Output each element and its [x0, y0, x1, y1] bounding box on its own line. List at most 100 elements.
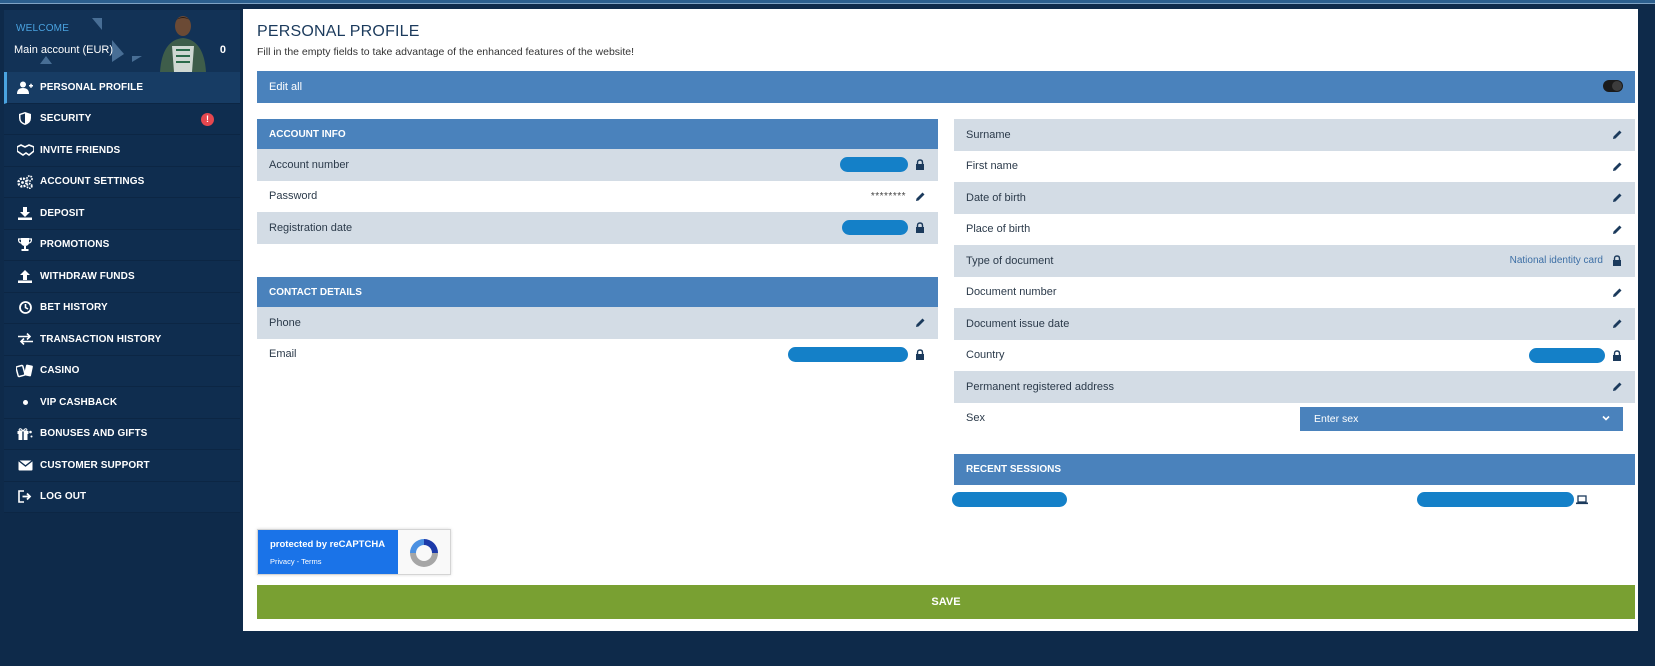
lock-icon: [1611, 349, 1623, 361]
account-number-row: Account number: [257, 149, 938, 181]
pencil-icon[interactable]: [1611, 129, 1623, 141]
session-date-redacted: [952, 492, 1067, 507]
sex-select[interactable]: Enter sex: [1300, 406, 1623, 431]
account-number-label: Account number: [269, 158, 350, 171]
lock-icon: [914, 222, 926, 234]
country-label: Country: [966, 349, 1005, 362]
recaptcha-badge: protected by reCAPTCHA Privacy - Terms: [257, 529, 451, 575]
pencil-icon[interactable]: [914, 190, 926, 202]
surname-row: Surname: [954, 119, 1635, 151]
sidebar-item-label: CUSTOMER SUPPORT: [40, 459, 150, 471]
sidebar-item-transaction-history[interactable]: TRANSACTION HISTORY: [4, 324, 240, 356]
sidebar-item-security[interactable]: SECURITY !: [4, 103, 240, 135]
document-issue-date-label: Document issue date: [966, 317, 1070, 330]
registration-date-label: Registration date: [269, 221, 353, 234]
pencil-icon[interactable]: [1611, 223, 1623, 235]
edit-all-bar: Edit all: [257, 71, 1635, 103]
sidebar-item-invite-friends[interactable]: INVITE FRIENDS: [4, 135, 240, 167]
document-number-label: Document number: [966, 286, 1057, 299]
chevron-down-icon: [1601, 413, 1611, 426]
registration-date-row: Registration date: [257, 212, 938, 244]
permanent-address-row: Permanent registered address: [954, 371, 1635, 403]
recaptcha-text-area: protected by reCAPTCHA Privacy - Terms: [258, 530, 398, 574]
contact-details-header: CONTACT DETAILS: [257, 277, 938, 307]
recaptcha-logo-icon: [410, 539, 438, 567]
sidebar-nav: PERSONAL PROFILE SECURITY ! INVITE FRIEN…: [4, 72, 240, 513]
logout-icon: [16, 490, 34, 504]
sidebar-item-promotions[interactable]: PROMOTIONS: [4, 229, 240, 261]
personal-details-section: Surname First name Date of birth Place o…: [954, 119, 1635, 434]
email-label: Email: [269, 348, 297, 361]
gears-icon: [16, 174, 34, 189]
sidebar-item-label: SECURITY: [40, 113, 92, 125]
sidebar-item-label: DEPOSIT: [40, 207, 85, 219]
sidebar-item-account-settings[interactable]: ACCOUNT SETTINGS: [4, 166, 240, 198]
recaptcha-title: protected by reCAPTCHA: [270, 539, 386, 550]
permanent-address-label: Permanent registered address: [966, 380, 1114, 393]
download-icon: [16, 206, 34, 220]
place-of-birth-label: Place of birth: [966, 223, 1031, 236]
first-name-row: First name: [954, 151, 1635, 183]
sidebar-item-bonuses-and-gifts[interactable]: BONUSES AND GIFTS: [4, 418, 240, 450]
document-type-value: National identity card: [1509, 255, 1603, 267]
phone-row: Phone: [257, 307, 938, 339]
pencil-icon[interactable]: [1611, 286, 1623, 298]
sidebar-item-label: BONUSES AND GIFTS: [40, 428, 148, 440]
sidebar-item-label: LOG OUT: [40, 491, 87, 503]
handshake-icon: [16, 143, 34, 157]
pencil-icon[interactable]: [1611, 160, 1623, 172]
document-number-row: Document number: [954, 277, 1635, 309]
country-row: Country: [954, 340, 1635, 372]
phone-label: Phone: [269, 316, 301, 329]
lock-icon: [914, 159, 926, 171]
envelope-icon: [16, 458, 34, 472]
password-label: Password: [269, 190, 318, 203]
sex-select-value: Enter sex: [1314, 412, 1359, 425]
sidebar-item-vip-cashback[interactable]: VIP CASHBACK: [4, 387, 240, 419]
welcome-label: WELCOME: [16, 23, 70, 34]
page-subtitle: Fill in the empty fields to take advanta…: [257, 46, 635, 58]
laptop-icon: [1576, 494, 1588, 506]
recent-sessions-header: RECENT SESSIONS: [954, 454, 1635, 485]
pencil-icon[interactable]: [1611, 192, 1623, 204]
sidebar-item-deposit[interactable]: DEPOSIT: [4, 198, 240, 230]
save-button[interactable]: SAVE: [257, 585, 1635, 619]
shield-icon: [16, 112, 34, 126]
edit-all-toggle[interactable]: [1603, 80, 1623, 92]
sidebar-item-customer-support[interactable]: CUSTOMER SUPPORT: [4, 450, 240, 482]
session-device-redacted: [1417, 492, 1574, 507]
session-row: [896, 485, 1636, 515]
sidebar-item-label: WITHDRAW FUNDS: [40, 270, 135, 282]
edit-all-label: Edit all: [269, 81, 303, 93]
sidebar-item-label: PROMOTIONS: [40, 239, 110, 251]
balance: 0: [219, 44, 226, 56]
pencil-icon[interactable]: [914, 317, 926, 329]
sidebar-item-label: ACCOUNT SETTINGS: [40, 176, 145, 188]
password-row: Password ********: [257, 181, 938, 213]
trophy-icon: [16, 238, 34, 252]
sidebar-item-log-out[interactable]: LOG OUT: [4, 481, 240, 513]
surname-label: Surname: [966, 128, 1011, 141]
pencil-icon[interactable]: [1611, 381, 1623, 393]
sidebar-item-personal-profile[interactable]: PERSONAL PROFILE: [4, 72, 240, 104]
contact-details-section: CONTACT DETAILS Phone Email: [257, 277, 938, 370]
sidebar-item-withdraw-funds[interactable]: WITHDRAW FUNDS: [4, 261, 240, 293]
pencil-icon[interactable]: [1611, 318, 1623, 330]
sidebar-item-bet-history[interactable]: BET HISTORY: [4, 292, 240, 324]
email-redacted: [788, 346, 908, 362]
sidebar-item-label: VIP CASHBACK: [40, 396, 118, 408]
clock-icon: [16, 301, 34, 315]
top-bar: [0, 0, 1655, 4]
account-info-section: ACCOUNT INFO Account number Password ***…: [257, 119, 938, 244]
dot-icon: [16, 395, 34, 409]
sidebar-item-label: BET HISTORY: [40, 302, 108, 314]
sidebar-item-casino[interactable]: CASINO: [4, 355, 240, 387]
user-plus-icon: [16, 80, 34, 94]
page-title: PERSONAL PROFILE: [257, 23, 420, 40]
avatar: [160, 16, 206, 72]
recaptcha-links[interactable]: Privacy - Terms: [270, 557, 322, 566]
sidebar-item-label: CASINO: [40, 365, 80, 377]
alert-badge: !: [201, 112, 214, 126]
account-label: Main account (EUR): [14, 44, 114, 56]
gift-icon: [16, 427, 34, 441]
